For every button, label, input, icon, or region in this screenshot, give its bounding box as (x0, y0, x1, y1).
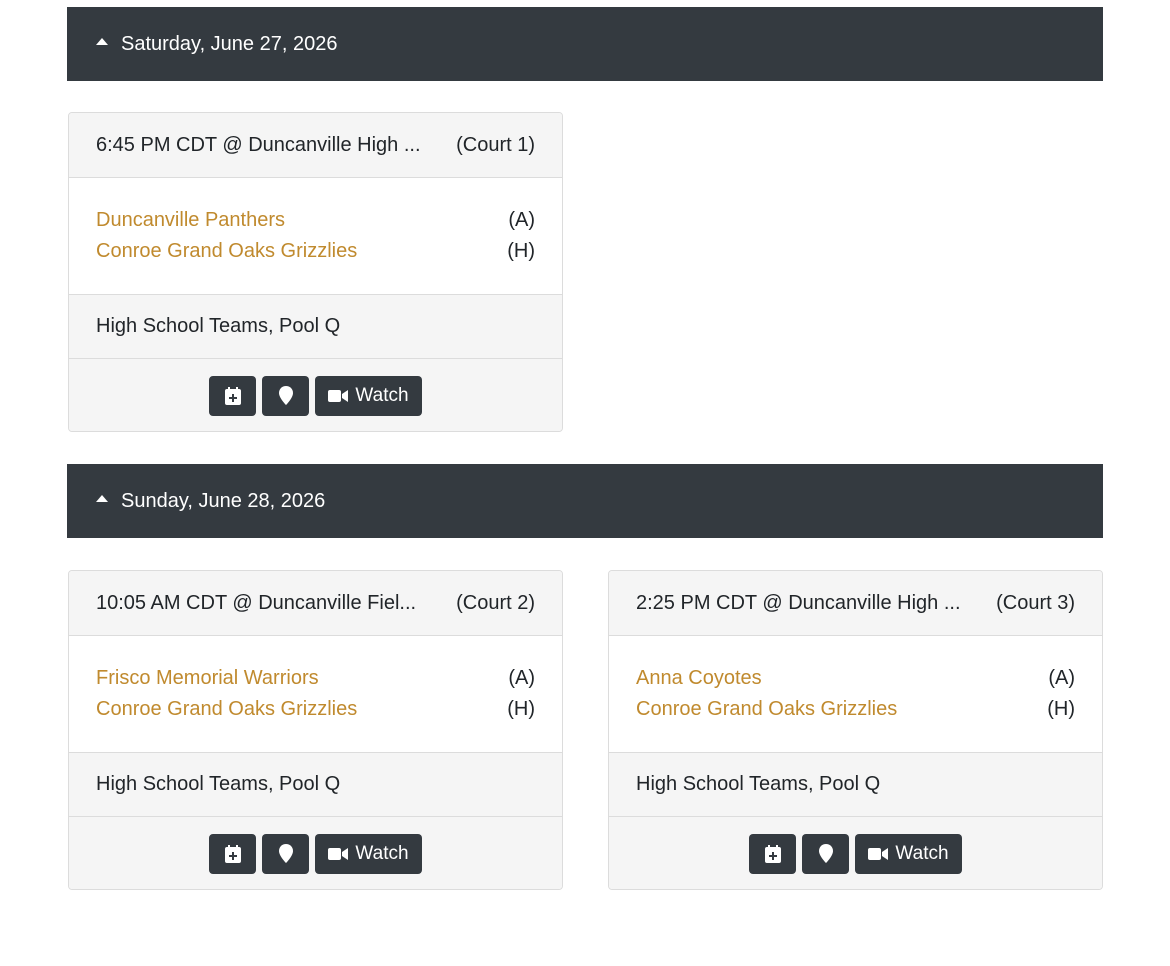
game-court: (Court 3) (996, 591, 1075, 614)
away-team-link[interactable]: Frisco Memorial Warriors (96, 663, 319, 694)
away-tag: (A) (508, 667, 535, 689)
game-court: (Court 2) (456, 591, 535, 614)
away-team-link[interactable]: Duncanville Panthers (96, 205, 285, 236)
map-marker-icon (278, 386, 293, 405)
calendar-plus-icon (224, 386, 241, 405)
away-team-row: Duncanville Panthers (A) (96, 205, 535, 236)
game-time-location: 6:45 PM CDT @ Duncanville High ... (96, 133, 421, 156)
game-court: (Court 1) (456, 133, 535, 156)
home-team-link[interactable]: Conroe Grand Oaks Grizzlies (96, 694, 357, 725)
home-team-row: Conroe Grand Oaks Grizzlies (H) (96, 236, 535, 267)
watch-label: Watch (355, 384, 409, 406)
home-team-row: Conroe Grand Oaks Grizzlies (H) (96, 694, 535, 725)
video-camera-icon (328, 389, 349, 403)
map-location-button[interactable] (262, 833, 309, 874)
add-to-calendar-button[interactable] (209, 375, 256, 416)
game-time-location: 2:25 PM CDT @ Duncanville High ... (636, 591, 961, 614)
caret-up-icon (95, 493, 109, 503)
home-team-link[interactable]: Conroe Grand Oaks Grizzlies (96, 236, 357, 267)
game-card-header: 6:45 PM CDT @ Duncanville High ... (Cour… (69, 113, 562, 178)
watch-button[interactable]: Watch (855, 833, 962, 874)
away-team-row: Anna Coyotes (A) (636, 663, 1075, 694)
game-pool: High School Teams, Pool Q (609, 753, 1102, 817)
calendar-plus-icon (224, 844, 241, 863)
pool-label: High School Teams, Pool Q (96, 773, 341, 795)
game-time-location: 10:05 AM CDT @ Duncanville Fiel... (96, 591, 417, 614)
add-to-calendar-button[interactable] (209, 833, 256, 874)
game-pool: High School Teams, Pool Q (69, 295, 562, 359)
game-card: 10:05 AM CDT @ Duncanville Fiel... (Cour… (68, 570, 563, 890)
game-actions: Watch (609, 817, 1102, 889)
away-tag: (A) (1048, 667, 1075, 689)
game-actions: Watch (69, 817, 562, 889)
day-label: Sunday, June 28, 2026 (121, 489, 326, 512)
calendar-plus-icon (764, 844, 781, 863)
map-marker-icon (278, 844, 293, 863)
map-marker-icon (818, 844, 833, 863)
day-label: Saturday, June 27, 2026 (121, 32, 338, 55)
day-header-sunday[interactable]: Sunday, June 28, 2026 (67, 464, 1103, 538)
watch-label: Watch (355, 842, 409, 864)
home-team-link[interactable]: Conroe Grand Oaks Grizzlies (636, 694, 897, 725)
watch-label: Watch (895, 842, 949, 864)
home-team-row: Conroe Grand Oaks Grizzlies (H) (636, 694, 1075, 725)
game-pool: High School Teams, Pool Q (69, 753, 562, 817)
add-to-calendar-button[interactable] (749, 833, 796, 874)
away-team-link[interactable]: Anna Coyotes (636, 663, 762, 694)
map-location-button[interactable] (262, 375, 309, 416)
game-card: 6:45 PM CDT @ Duncanville High ... (Cour… (68, 112, 563, 432)
day-header-saturday[interactable]: Saturday, June 27, 2026 (67, 7, 1103, 81)
caret-up-icon (95, 36, 109, 46)
watch-button[interactable]: Watch (315, 375, 422, 416)
pool-label: High School Teams, Pool Q (636, 773, 881, 795)
game-actions: Watch (69, 359, 562, 431)
home-tag: (H) (507, 240, 535, 262)
video-camera-icon (868, 847, 889, 861)
map-location-button[interactable] (802, 833, 849, 874)
game-card-header: 2:25 PM CDT @ Duncanville High ... (Cour… (609, 571, 1102, 636)
pool-label: High School Teams, Pool Q (96, 315, 341, 337)
game-teams: Frisco Memorial Warriors (A) Conroe Gran… (69, 636, 562, 753)
watch-button[interactable]: Watch (315, 833, 422, 874)
game-card-header: 10:05 AM CDT @ Duncanville Fiel... (Cour… (69, 571, 562, 636)
game-teams: Duncanville Panthers (A) Conroe Grand Oa… (69, 178, 562, 295)
game-card: 2:25 PM CDT @ Duncanville High ... (Cour… (608, 570, 1103, 890)
home-tag: (H) (1047, 698, 1075, 720)
home-tag: (H) (507, 698, 535, 720)
away-team-row: Frisco Memorial Warriors (A) (96, 663, 535, 694)
away-tag: (A) (508, 209, 535, 231)
video-camera-icon (328, 847, 349, 861)
game-teams: Anna Coyotes (A) Conroe Grand Oaks Grizz… (609, 636, 1102, 753)
